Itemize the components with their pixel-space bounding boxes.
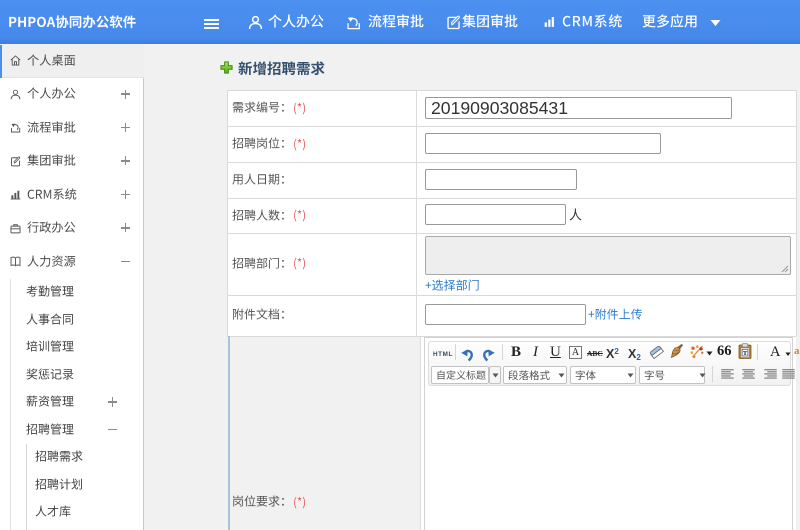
- svg-text:T: T: [743, 350, 748, 357]
